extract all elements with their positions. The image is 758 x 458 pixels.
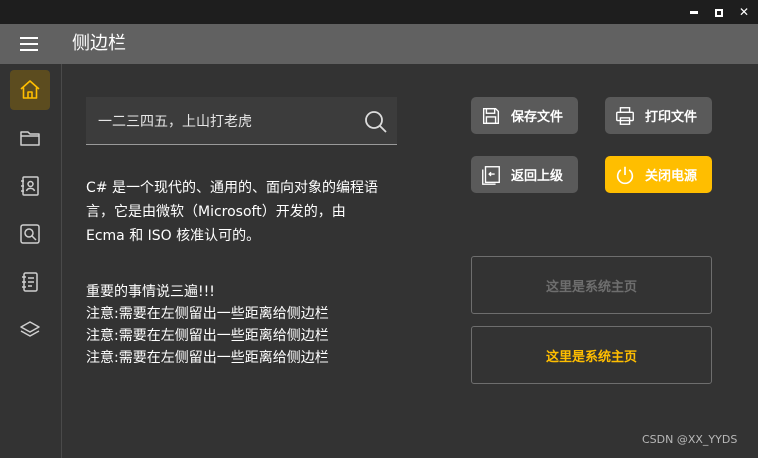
power-off-label: 关闭电源 bbox=[645, 169, 698, 184]
app-header: 侧边栏 bbox=[0, 24, 758, 64]
notes-line: 注意:需要在左侧留出一些距离给侧边栏 bbox=[86, 328, 329, 344]
power-off-button[interactable]: 关闭电源 bbox=[605, 156, 712, 193]
sidebar-item-notebook[interactable] bbox=[10, 262, 50, 302]
save-file-button[interactable]: 保存文件 bbox=[471, 97, 578, 134]
hamburger-menu-icon[interactable] bbox=[20, 37, 38, 51]
notebook-icon bbox=[22, 272, 38, 292]
minimize-icon bbox=[690, 11, 698, 14]
go-back-label: 返回上级 bbox=[511, 169, 564, 184]
home-panel-label: 这里是系统主页 bbox=[545, 349, 637, 365]
maximize-button[interactable] bbox=[709, 2, 729, 22]
description-text: C# 是一个现代的、通用的、面向对象的编程语 言，它是由微软（Microsoft… bbox=[86, 176, 416, 248]
maximize-icon bbox=[715, 8, 723, 17]
search-input[interactable] bbox=[98, 109, 358, 133]
print-file-label: 打印文件 bbox=[645, 110, 698, 125]
description-line: C# 是一个现代的、通用的、面向对象的编程语 bbox=[86, 180, 378, 196]
notes-line: 注意:需要在左侧留出一些距离给侧边栏 bbox=[86, 306, 329, 322]
layers-icon bbox=[20, 321, 40, 337]
home-panel-disabled[interactable]: 这里是系统主页 bbox=[471, 256, 712, 314]
search-screen-icon bbox=[20, 224, 40, 244]
printer-icon bbox=[613, 104, 637, 128]
back-arrow-icon bbox=[479, 163, 503, 187]
close-button[interactable]: ✕ bbox=[734, 2, 754, 22]
sidebar-item-home[interactable] bbox=[10, 70, 50, 110]
sidebar bbox=[0, 64, 62, 458]
contact-card-icon bbox=[21, 176, 39, 196]
description-line: Ecma 和 ISO 核准认可的。 bbox=[86, 228, 261, 244]
notes-text: 重要的事情说三遍!!! 注意:需要在左侧留出一些距离给侧边栏 注意:需要在左侧留… bbox=[86, 281, 416, 369]
notes-line: 重要的事情说三遍!!! bbox=[86, 284, 215, 300]
app-window: ✕ 侧边栏 C# 是一个现代的、通用的、面向对象的编程语 言， bbox=[0, 0, 758, 458]
home-panel-active[interactable]: 这里是系统主页 bbox=[471, 326, 712, 384]
sidebar-item-folder[interactable] bbox=[10, 118, 50, 158]
print-file-button[interactable]: 打印文件 bbox=[605, 97, 712, 134]
floppy-disk-icon bbox=[479, 104, 503, 128]
go-back-button[interactable]: 返回上级 bbox=[471, 156, 578, 193]
watermark: CSDN @XX_YYDS bbox=[642, 433, 738, 446]
notes-line: 注意:需要在左侧留出一些距离给侧边栏 bbox=[86, 350, 329, 366]
sidebar-item-search[interactable] bbox=[10, 214, 50, 254]
power-icon bbox=[613, 163, 637, 187]
save-file-label: 保存文件 bbox=[511, 110, 564, 125]
home-panel-label: 这里是系统主页 bbox=[545, 279, 637, 295]
folder-icon bbox=[20, 131, 40, 146]
page-title: 侧边栏 bbox=[72, 33, 126, 54]
sidebar-item-layers[interactable] bbox=[10, 310, 50, 350]
search-icon[interactable] bbox=[363, 109, 389, 135]
description-line: 言，它是由微软（Microsoft）开发的，由 bbox=[86, 204, 346, 220]
sidebar-item-contacts[interactable] bbox=[10, 166, 50, 206]
home-icon bbox=[20, 80, 40, 99]
search-box bbox=[86, 97, 397, 145]
minimize-button[interactable] bbox=[684, 2, 704, 22]
window-titlebar: ✕ bbox=[0, 0, 758, 24]
